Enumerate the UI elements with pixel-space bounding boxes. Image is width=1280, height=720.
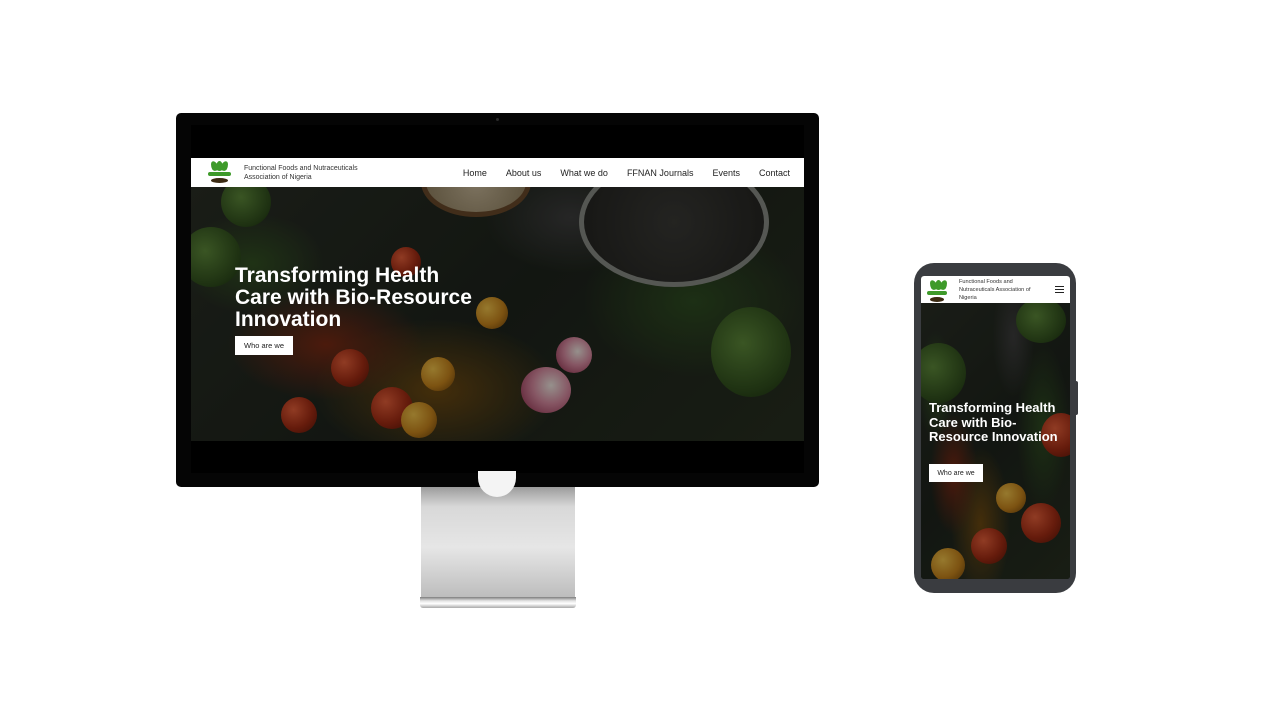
mobile-navbar: Functional Foods and Nutraceuticals Asso… <box>921 276 1070 303</box>
desktop-monitor: Functional Foods and Nutraceuticals Asso… <box>176 113 819 487</box>
desktop-website: Functional Foods and Nutraceuticals Asso… <box>191 158 804 441</box>
brand-name[interactable]: Functional Foods and Nutraceuticals Asso… <box>244 164 384 182</box>
hero-title: Transforming Health Care with Bio-Resour… <box>235 264 472 331</box>
phone-side-button <box>1075 381 1078 415</box>
brand-name[interactable]: Functional Foods and Nutraceuticals Asso… <box>959 278 1049 302</box>
nav-home[interactable]: Home <box>463 168 487 178</box>
monitor-stand-base <box>420 597 576 608</box>
hero-banner: Transforming Health Care with Bio-Resour… <box>191 187 804 441</box>
main-menu: Home About us What we do FFNAN Journals … <box>463 168 804 178</box>
camera-dot <box>496 118 499 121</box>
ffnan-logo-icon[interactable] <box>925 278 949 302</box>
hamburger-menu-icon[interactable] <box>1055 286 1064 294</box>
hero-title: Transforming Health Care with Bio-Resour… <box>929 400 1058 445</box>
ffnan-logo-icon[interactable] <box>206 159 233 186</box>
nav-ffnan-journals[interactable]: FFNAN Journals <box>627 168 694 178</box>
nav-events[interactable]: Events <box>712 168 740 178</box>
desktop-navbar: Functional Foods and Nutraceuticals Asso… <box>191 158 804 187</box>
nav-contact[interactable]: Contact <box>759 168 790 178</box>
who-are-we-button[interactable]: Who are we <box>929 464 983 482</box>
nav-what-we-do[interactable]: What we do <box>560 168 608 178</box>
phone-device: Functional Foods and Nutraceuticals Asso… <box>914 263 1078 593</box>
desktop-screen: Functional Foods and Nutraceuticals Asso… <box>191 125 804 473</box>
mobile-hero-banner: Transforming Health Care with Bio-Resour… <box>921 303 1070 579</box>
phone-screen: Functional Foods and Nutraceuticals Asso… <box>921 276 1070 579</box>
nav-about-us[interactable]: About us <box>506 168 542 178</box>
monitor-stand <box>421 487 575 597</box>
who-are-we-button[interactable]: Who are we <box>235 336 293 355</box>
